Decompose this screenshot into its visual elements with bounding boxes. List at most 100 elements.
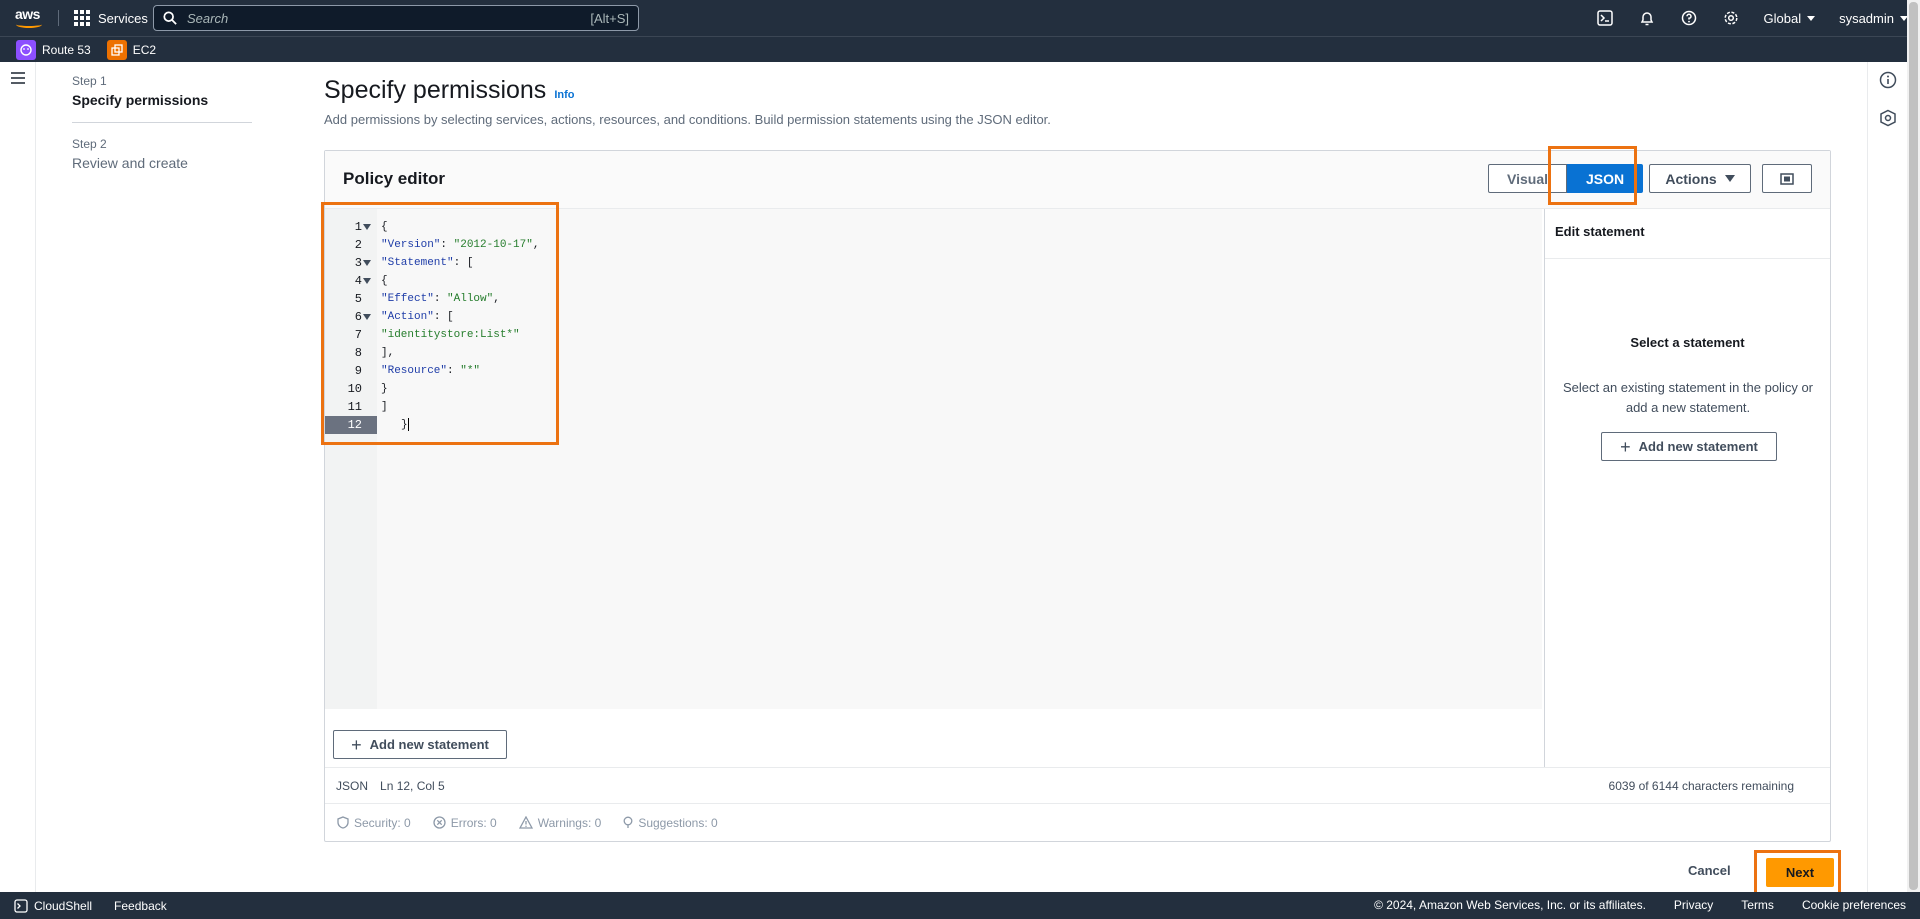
code-line: ] [381, 401, 388, 413]
code-line: { [381, 221, 388, 233]
account-menu[interactable]: sysadmin [1839, 11, 1908, 26]
line-number: 5 [354, 292, 362, 306]
line-number-gutter: 1 2 3 4 5 6 7 8 9 10 11 12 [325, 209, 377, 709]
top-navigation: aws Services [Alt+S] Global sysadmin [0, 0, 1920, 36]
warnings-diagnostic[interactable]: Warnings: 0 [518, 816, 601, 830]
add-new-statement-button[interactable]: + Add new statement [1601, 432, 1777, 461]
code-line: } [381, 383, 388, 395]
actions-label: Actions [1665, 170, 1717, 187]
cookie-preferences-link[interactable]: Cookie preferences [1802, 898, 1906, 912]
suggestions-diagnostic[interactable]: Suggestions: 0 [623, 815, 718, 830]
characters-remaining: 6039 of 6144 characters remaining [1608, 779, 1794, 793]
editor-mode-toggle: Visual JSON [1488, 164, 1644, 193]
favorite-ec2[interactable]: EC2 [106, 39, 157, 60]
fold-arrow-icon[interactable] [363, 260, 371, 266]
menu-hamburger-icon[interactable] [11, 72, 25, 84]
scrollbar-thumb[interactable] [1909, 2, 1918, 890]
search-bar[interactable]: [Alt+S] [153, 5, 639, 31]
cloudshell-icon[interactable] [1596, 9, 1614, 27]
nav-right-group: Global sysadmin [1584, 0, 1920, 36]
step-divider [72, 122, 252, 123]
help-panel-icon[interactable] [1879, 109, 1897, 127]
page-title-row: Specify permissions Info [324, 76, 574, 105]
error-circle-icon [433, 816, 446, 829]
terms-link[interactable]: Terms [1741, 898, 1774, 912]
step-title: Specify permissions [72, 92, 209, 108]
ec2-icon [106, 39, 127, 60]
add-new-statement-button[interactable]: + Add new statement [333, 730, 507, 759]
json-mode-button[interactable]: JSON [1567, 164, 1644, 193]
aws-logo-text: aws [15, 6, 40, 22]
step-number: Step 1 [72, 74, 107, 88]
code-line: "Effect": "Allow", [381, 293, 500, 305]
visual-mode-button[interactable]: Visual [1488, 164, 1567, 193]
search-icon [163, 11, 177, 25]
select-statement-description: Select an existing statement in the poli… [1562, 380, 1814, 415]
code-line: "Statement": [ [381, 257, 474, 269]
editor-mode-indicator: JSON [336, 779, 369, 793]
wizard-step-1[interactable]: Step 1 Specify permissions [72, 74, 252, 108]
notifications-bell-icon[interactable] [1638, 9, 1656, 27]
step-number: Step 2 [72, 137, 107, 151]
info-circle-icon[interactable] [1879, 71, 1897, 89]
page-title: Specify permissions [324, 76, 547, 104]
step-title: Review and create [72, 155, 188, 171]
route53-icon [16, 39, 36, 60]
page-scrollbar[interactable] [1907, 0, 1920, 892]
copyright-text: © 2024, Amazon Web Services, Inc. or its… [1374, 898, 1646, 912]
region-label: Global [1763, 10, 1802, 26]
code-line: ], [381, 347, 395, 359]
fold-arrow-icon[interactable] [363, 314, 371, 320]
info-link[interactable]: Info [554, 89, 574, 101]
panel-layout-icon [1780, 172, 1794, 185]
cancel-button[interactable]: Cancel [1688, 863, 1731, 878]
fullscreen-toggle-button[interactable] [1762, 164, 1812, 193]
cloudshell-link[interactable]: CloudShell [14, 899, 92, 913]
favorite-route53[interactable]: Route 53 [16, 39, 91, 60]
shield-icon [337, 816, 349, 829]
edit-statement-header: Edit statement [1545, 209, 1830, 259]
account-label: sysadmin [1839, 10, 1894, 26]
add-statement-label: Add new statement [1638, 439, 1758, 454]
region-selector[interactable]: Global [1764, 11, 1816, 26]
favorite-label: Route 53 [42, 42, 91, 57]
aws-logo[interactable]: aws [15, 7, 45, 29]
services-menu-button[interactable]: Services [74, 8, 148, 28]
wizard-step-2[interactable]: Step 2 Review and create [72, 137, 252, 171]
footer-links: © 2024, Amazon Web Services, Inc. or its… [1374, 898, 1906, 912]
search-input[interactable] [187, 10, 591, 26]
wizard-steps: Step 1 Specify permissions Step 2 Review… [72, 74, 252, 171]
utility-rail [1867, 62, 1907, 892]
help-icon[interactable] [1680, 9, 1698, 27]
code-line: "Version": "2012-10-17", [381, 239, 540, 251]
line-number: 10 [347, 382, 362, 396]
cloudshell-icon [14, 898, 28, 913]
line-number: 8 [354, 346, 362, 360]
policy-diagnostics: Security: 0 Errors: 0 Warnings: 0 Sugges… [325, 803, 1830, 841]
left-navigation-rail [0, 62, 36, 892]
errors-diagnostic[interactable]: Errors: 0 [433, 816, 497, 830]
plus-icon: + [1620, 436, 1631, 457]
privacy-link[interactable]: Privacy [1674, 898, 1713, 912]
services-label: Services [98, 10, 148, 26]
text-cursor [407, 417, 409, 431]
feedback-link[interactable]: Feedback [114, 899, 167, 913]
policy-editor: Policy editor Visual JSON Actions 1 2 3 … [324, 150, 1831, 842]
editor-status-bar: JSON Ln 12, Col 5 6039 of 6144 character… [325, 767, 1830, 803]
actions-dropdown-button[interactable]: Actions [1649, 164, 1751, 193]
code-line: "identitystore:List*" [381, 329, 520, 341]
next-button[interactable]: Next [1766, 858, 1834, 887]
fold-arrow-icon[interactable] [363, 278, 371, 284]
security-count: Security: 0 [354, 815, 411, 830]
settings-gear-icon[interactable] [1722, 9, 1740, 27]
code-editor[interactable]: 1 2 3 4 5 6 7 8 9 10 11 12 { "Version": … [325, 209, 1542, 709]
code-line: { [381, 275, 388, 287]
security-diagnostic[interactable]: Security: 0 [337, 816, 411, 830]
favorites-bar: Route 53 EC2 [0, 36, 1920, 62]
code-line: "Action": [ [381, 311, 454, 323]
suggestions-count: Suggestions: 0 [638, 815, 718, 830]
aws-smile-icon [16, 21, 42, 28]
favorite-label: EC2 [132, 42, 157, 57]
policy-editor-title: Policy editor [343, 169, 446, 188]
fold-arrow-icon[interactable] [363, 224, 371, 230]
